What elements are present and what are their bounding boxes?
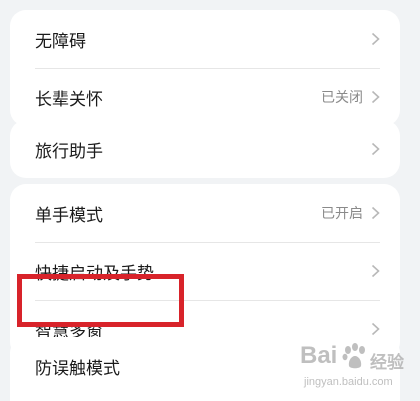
chevron-right-icon: [371, 206, 380, 220]
chevron-right-icon: [371, 90, 380, 104]
settings-item-status: 已关闭: [321, 90, 363, 106]
settings-item-travel-assistant[interactable]: 旅行助手: [10, 120, 400, 178]
settings-item-one-hand-mode[interactable]: 单手模式 已开启: [10, 184, 400, 242]
chevron-right-icon: [371, 264, 380, 278]
settings-item-status: 已开启: [321, 206, 363, 222]
watermark-url: jingyan.baidu.com: [304, 376, 393, 388]
settings-item-label: 无障碍: [35, 31, 86, 52]
paw-icon: [342, 343, 365, 369]
settings-group-accessibility: 无障碍 长辈关怀 已关闭: [10, 10, 400, 126]
settings-item-label: 单手模式: [35, 205, 103, 226]
watermark-brand-left: Bai: [300, 342, 338, 369]
settings-group-gestures: 单手模式 已开启 快捷启动及手势 智慧多窗: [10, 184, 400, 358]
highlight-box: [17, 274, 184, 327]
watermark-brand-right: 经验: [370, 353, 404, 373]
settings-item-label: 长辈关怀: [35, 89, 103, 110]
settings-group-travel: 旅行助手: [10, 120, 400, 178]
chevron-right-icon: [371, 142, 380, 156]
settings-item-label: 旅行助手: [35, 141, 103, 162]
settings-item-accessibility[interactable]: 无障碍: [10, 10, 400, 68]
baidu-jingyan-watermark: Bai 经验 jingyan.baidu.com: [300, 342, 410, 398]
settings-item-elder-care[interactable]: 长辈关怀 已关闭: [10, 68, 400, 126]
settings-screen: 无障碍 长辈关怀 已关闭 旅行助手 单手模式 已开启 快捷启动及手势 智慧多窗: [0, 0, 420, 401]
chevron-right-icon: [371, 322, 380, 336]
chevron-right-icon: [371, 32, 380, 46]
